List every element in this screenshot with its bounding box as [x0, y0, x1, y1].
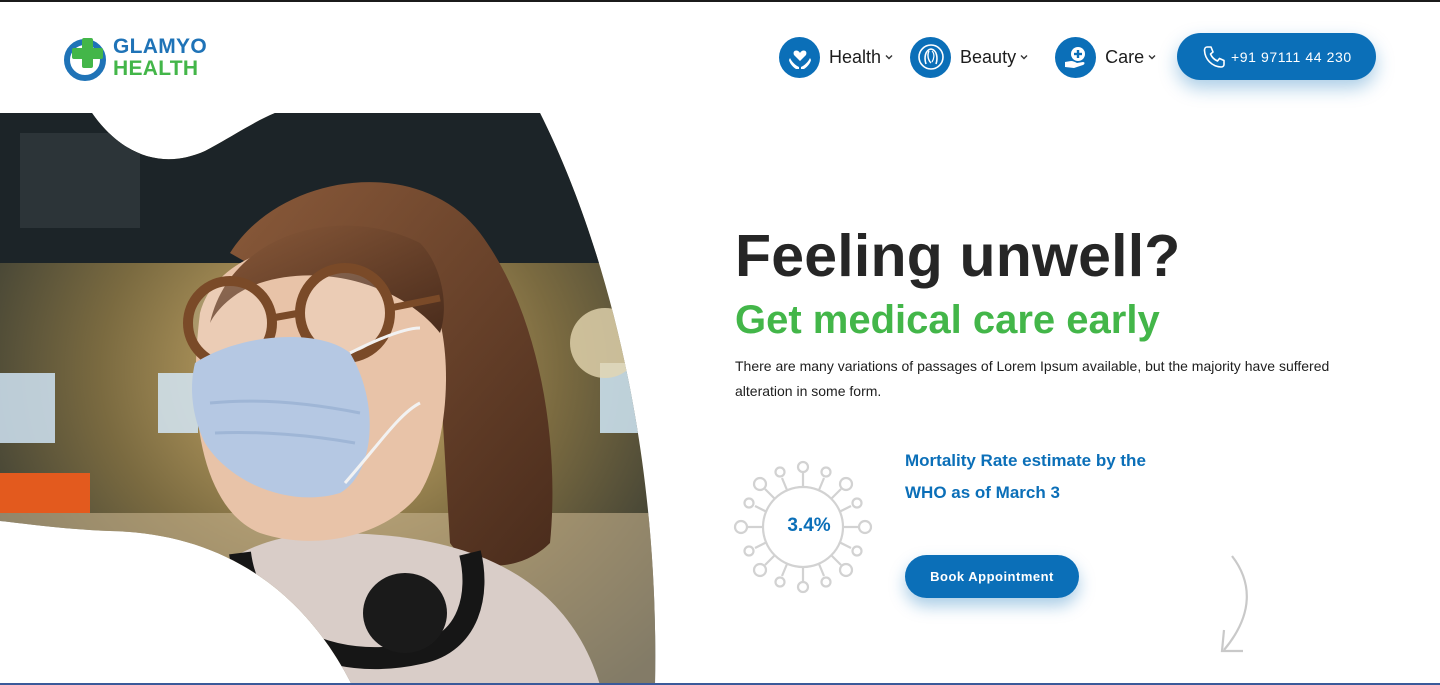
chevron-down-icon	[1020, 55, 1028, 60]
brand-wordmark: GLAMYO HEALTH	[113, 36, 207, 80]
brand-line-2: HEALTH	[113, 57, 199, 80]
nav-item-care[interactable]: Care	[1055, 36, 1157, 78]
book-appointment-button[interactable]: Book Appointment	[905, 555, 1079, 598]
nav-item-label: Care	[1105, 46, 1145, 67]
call-phone-button[interactable]: +91 97111 44 230	[1177, 33, 1376, 80]
hero-subheadline: Get medical care early	[735, 298, 1160, 342]
medical-cross-logo-icon	[64, 38, 106, 81]
main-nav: Health Beauty Care	[779, 36, 1157, 78]
curved-down-arrow-icon	[1220, 555, 1248, 653]
phone-icon	[1203, 45, 1225, 68]
hand-heart-icon	[779, 36, 820, 78]
chevron-down-icon	[885, 55, 893, 60]
chevron-down-icon	[1148, 55, 1156, 60]
woman-face-icon	[910, 36, 952, 78]
hero-description: There are many variations of passages of…	[735, 358, 1330, 399]
hand-medical-cross-icon	[1055, 36, 1097, 78]
nav-item-health[interactable]: Health	[779, 36, 894, 78]
hero-headline: Feeling unwell?	[735, 223, 1181, 289]
nav-item-label: Health	[829, 46, 882, 67]
top-border	[0, 0, 1440, 2]
nav-item-beauty[interactable]: Beauty	[910, 36, 1029, 78]
brand-logo[interactable]: GLAMYO HEALTH	[63, 33, 223, 83]
woman-wearing-face-mask-photo	[0, 113, 660, 685]
nav-item-label: Beauty	[960, 46, 1017, 67]
mortality-rate-value: 3.4%	[787, 515, 831, 536]
mortality-rate-label: Mortality Rate estimate by the WHO as of…	[905, 451, 1146, 502]
brand-line-1: GLAMYO	[113, 35, 207, 58]
phone-number: +91 97111 44 230	[1231, 48, 1352, 65]
